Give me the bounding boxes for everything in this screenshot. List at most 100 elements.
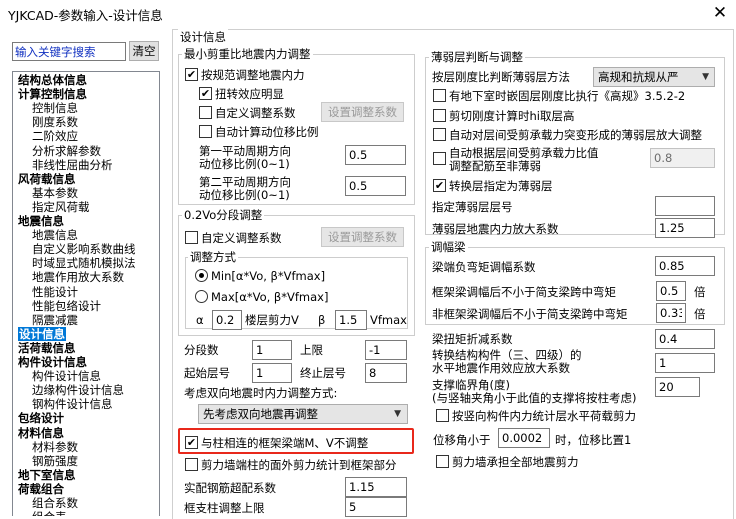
- nav-item[interactable]: 时域显式随机模拟法: [32, 256, 136, 270]
- close-icon[interactable]: ✕: [709, 2, 731, 24]
- displacement-input[interactable]: [498, 428, 550, 448]
- seg-count-input[interactable]: [252, 340, 292, 360]
- nav-item[interactable]: 组合表: [32, 510, 67, 516]
- transfer-amp-input[interactable]: [655, 353, 715, 373]
- set-coef-button[interactable]: 设置调整系数: [321, 102, 404, 122]
- v02-set-coef-button[interactable]: 设置调整系数: [321, 227, 404, 247]
- nav-item[interactable]: 非线性屈曲分析: [32, 158, 113, 172]
- shearwall-label: 剪力墙端柱的面外剪力统计到框架部分: [201, 458, 397, 472]
- nav-item[interactable]: 地震信息: [32, 228, 78, 242]
- auto-ratio-label: 自动计算动位移比例: [215, 125, 319, 139]
- auto-judge-label-line1: 自动根据层间受剪承载力比值: [449, 146, 599, 160]
- shear-stiff-checkbox[interactable]: [433, 109, 446, 122]
- nav-item[interactable]: 钢筋强度: [32, 454, 78, 468]
- nav-item[interactable]: 结构总体信息: [18, 73, 87, 87]
- nav-item[interactable]: 钢构件设计信息: [32, 397, 113, 411]
- amp-beam-title: 调幅梁: [429, 240, 468, 254]
- nav-item[interactable]: 隔震减震: [32, 313, 78, 327]
- custom-coef-checkbox[interactable]: [199, 106, 212, 119]
- nav-item[interactable]: 构件设计信息: [32, 369, 101, 383]
- alpha-input[interactable]: [212, 310, 242, 330]
- auto-ratio-checkbox[interactable]: [199, 125, 212, 138]
- nav-item[interactable]: 基本参数: [32, 186, 78, 200]
- specify-weak-input[interactable]: [655, 196, 715, 216]
- clear-button[interactable]: 清空: [129, 41, 159, 61]
- nav-item[interactable]: 包络设计: [18, 411, 64, 425]
- transfer-amp-label-line2: 水平地震作用效应放大系数: [432, 361, 570, 375]
- nav-item[interactable]: 指定风荷载: [32, 200, 90, 214]
- start-floor-label: 起始层号: [184, 366, 230, 380]
- auto-judge-checkbox[interactable]: [433, 152, 446, 165]
- nav-item[interactable]: 活荷载信息: [18, 341, 76, 355]
- weak-amp-input[interactable]: [655, 218, 715, 238]
- frame-beam-min-input[interactable]: [656, 281, 686, 301]
- by-code-checkbox[interactable]: ✔: [185, 68, 198, 81]
- wall-all-checkbox[interactable]: [436, 455, 449, 468]
- ratio2-input[interactable]: [345, 176, 406, 196]
- nav-item[interactable]: 刚度系数: [32, 115, 78, 129]
- nav-item[interactable]: 材料信息: [18, 426, 64, 440]
- torsion-label: 扭转效应明显: [215, 87, 284, 101]
- ratio1-input[interactable]: [345, 145, 406, 165]
- bidir-select-value: 先考虑双向地震再调整: [203, 407, 318, 421]
- nav-item[interactable]: 计算控制信息: [18, 87, 87, 101]
- torsion-reduction-label: 梁扭矩折减系数: [432, 332, 513, 346]
- brace-angle-input[interactable]: [655, 377, 700, 397]
- vertical-member-label: 按竖向构件内力统计层水平荷载剪力: [452, 409, 636, 423]
- neg-moment-label: 梁端负弯矩调幅系数: [432, 260, 536, 274]
- bidir-label: 考虑双向地震时内力调整方式:: [184, 386, 338, 400]
- nav-item[interactable]: 自定义影响系数曲线: [32, 242, 136, 256]
- nav-item[interactable]: 地震信息: [18, 214, 64, 228]
- nav-item[interactable]: 构件设计信息: [18, 355, 87, 369]
- wall-all-label: 剪力墙承担全部地震剪力: [452, 455, 579, 469]
- neg-moment-input[interactable]: [655, 256, 715, 276]
- nav-item[interactable]: 材料参数: [32, 440, 78, 454]
- upper-input[interactable]: [365, 340, 407, 360]
- end-floor-input[interactable]: [365, 363, 407, 383]
- weak-layer-title: 薄弱层判断与调整: [429, 50, 525, 64]
- nav-item[interactable]: 地震作用放大系数: [32, 270, 124, 284]
- v02-custom-coef-checkbox[interactable]: [185, 231, 198, 244]
- search-input[interactable]: [12, 42, 126, 61]
- max-radio[interactable]: [195, 290, 208, 303]
- start-floor-input[interactable]: [252, 363, 292, 383]
- torsion-checkbox[interactable]: ✔: [199, 87, 212, 100]
- nav-item[interactable]: 控制信息: [32, 101, 78, 115]
- nav-item[interactable]: 设计信息: [18, 326, 66, 341]
- frame-col-input[interactable]: [345, 497, 407, 517]
- ratio2-label-line2: 动位移比例(0~1): [199, 188, 290, 202]
- nav-item[interactable]: 性能设计: [32, 285, 78, 299]
- bidir-select[interactable]: 先考虑双向地震再调整 ▼: [198, 404, 408, 424]
- vertical-member-checkbox[interactable]: [436, 409, 449, 422]
- nav-item[interactable]: 荷载组合: [18, 482, 64, 496]
- basement-checkbox[interactable]: [433, 89, 446, 102]
- nav-item[interactable]: 组合系数: [32, 496, 78, 510]
- nav-item[interactable]: 分析求解参数: [32, 144, 101, 158]
- beta-input[interactable]: [335, 310, 367, 330]
- shear-stiff-label: 剪切刚度计算时hi取层高: [449, 109, 575, 123]
- basement-label: 有地下室时嵌固层刚度比执行《高规》3.5.2-2: [449, 89, 686, 103]
- nav-item[interactable]: 风荷载信息: [18, 172, 76, 186]
- nav-tree[interactable]: 结构总体信息 计算控制信息 控制信息 刚度系数 二阶效应 分析求解参数 非线性屈曲分析 风荷载…: [12, 71, 160, 516]
- chevron-down-icon: ▼: [394, 409, 401, 419]
- nav-item[interactable]: 二阶效应: [32, 129, 78, 143]
- highlight-annotation: [178, 428, 414, 454]
- nonframe-beam-min-unit: 倍: [694, 307, 706, 321]
- auto-judge-input[interactable]: [650, 148, 715, 168]
- transfer-checkbox[interactable]: ✔: [433, 179, 446, 192]
- rebar-input[interactable]: [345, 477, 407, 497]
- nav-item[interactable]: 性能包络设计: [32, 299, 101, 313]
- min-radio[interactable]: [195, 269, 208, 282]
- torsion-reduction-input[interactable]: [655, 329, 715, 349]
- auto-adjust-checkbox[interactable]: [433, 128, 446, 141]
- nav-item[interactable]: 边缘构件设计信息: [32, 383, 124, 397]
- beta-label: β: [318, 313, 326, 327]
- brace-angle-label-line1: 支撑临界角(度): [432, 378, 510, 392]
- nav-item[interactable]: 地下室信息: [18, 468, 76, 482]
- weak-method-select[interactable]: 高规和抗规从严 ▼: [593, 67, 715, 87]
- nonframe-beam-min-input[interactable]: [656, 303, 686, 323]
- min-shear-group-title: 最小剪重比地震内力调整: [182, 47, 313, 61]
- shearwall-checkbox[interactable]: [185, 458, 198, 471]
- frame-beam-min-label: 框架梁调幅后不小于简支梁跨中弯矩: [432, 285, 616, 299]
- chevron-down-icon: ▼: [702, 72, 709, 82]
